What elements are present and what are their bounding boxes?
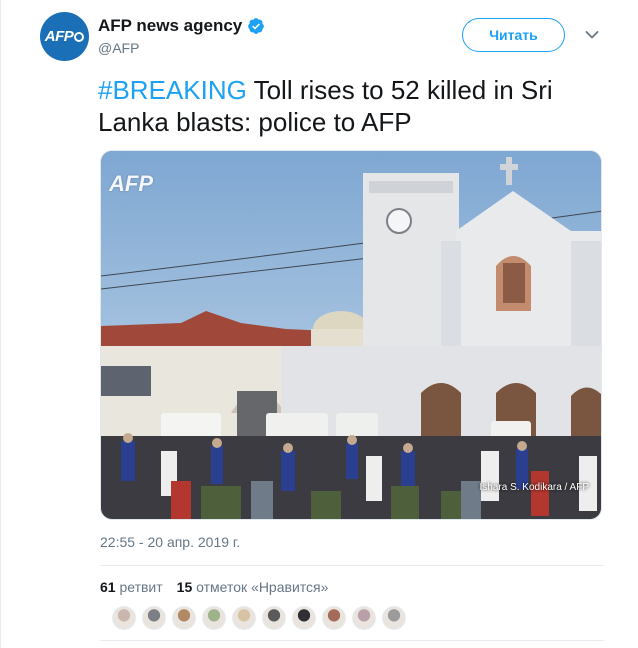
tweet-timestamp[interactable]: 22:55 - 20 апр. 2019 г.: [100, 534, 240, 550]
tweet-text: #BREAKING Toll rises to 52 killed in Sri…: [98, 74, 598, 138]
tweet-photo[interactable]: AFP Ishara S. Kodikara / AFP: [100, 150, 602, 520]
tweet-header: AFP AFP news agency @AFP Читать: [40, 12, 605, 62]
liker-avatar[interactable]: [112, 606, 136, 630]
liker-avatar[interactable]: [352, 606, 376, 630]
account-handle[interactable]: @AFP: [98, 40, 265, 56]
tweet-stats: 61 ретвит 15 отметок «Нравится»: [100, 579, 328, 595]
church-scene-image: [101, 151, 601, 519]
hashtag-link[interactable]: #BREAKING: [98, 75, 247, 105]
stats-divider-bottom: [100, 640, 604, 641]
retweets-stat[interactable]: 61 ретвит: [100, 579, 163, 595]
follow-button[interactable]: Читать: [462, 18, 565, 52]
liker-avatar[interactable]: [172, 606, 196, 630]
stats-divider-top: [100, 565, 604, 566]
likes-label: отметок «Нравится»: [196, 579, 329, 595]
liker-avatar[interactable]: [142, 606, 166, 630]
liker-avatar[interactable]: [322, 606, 346, 630]
avatar-logo-text: AFP: [44, 28, 74, 45]
liker-avatars: [112, 606, 406, 630]
afp-logo-icon: AFP: [45, 28, 85, 45]
display-name[interactable]: AFP news agency: [98, 16, 242, 36]
avatar[interactable]: AFP: [40, 12, 89, 61]
tweet: AFP AFP news agency @AFP Читать #BREAKIN…: [40, 0, 638, 648]
left-divider: [0, 0, 1, 648]
liker-avatar[interactable]: [382, 606, 406, 630]
account-names: AFP news agency @AFP: [98, 16, 265, 56]
photo-credit: Ishara S. Kodikara / AFP: [479, 482, 590, 493]
liker-avatar[interactable]: [232, 606, 256, 630]
liker-avatar[interactable]: [202, 606, 226, 630]
chevron-down-icon[interactable]: [585, 30, 599, 40]
retweets-label: ретвит: [119, 579, 163, 595]
verified-badge-icon: [248, 18, 265, 34]
likes-count: 15: [176, 579, 193, 595]
afp-watermark: AFP: [109, 171, 153, 196]
likes-stat[interactable]: 15 отметок «Нравится»: [177, 579, 329, 595]
liker-avatar[interactable]: [292, 606, 316, 630]
retweets-count: 61: [100, 579, 116, 595]
liker-avatar[interactable]: [262, 606, 286, 630]
